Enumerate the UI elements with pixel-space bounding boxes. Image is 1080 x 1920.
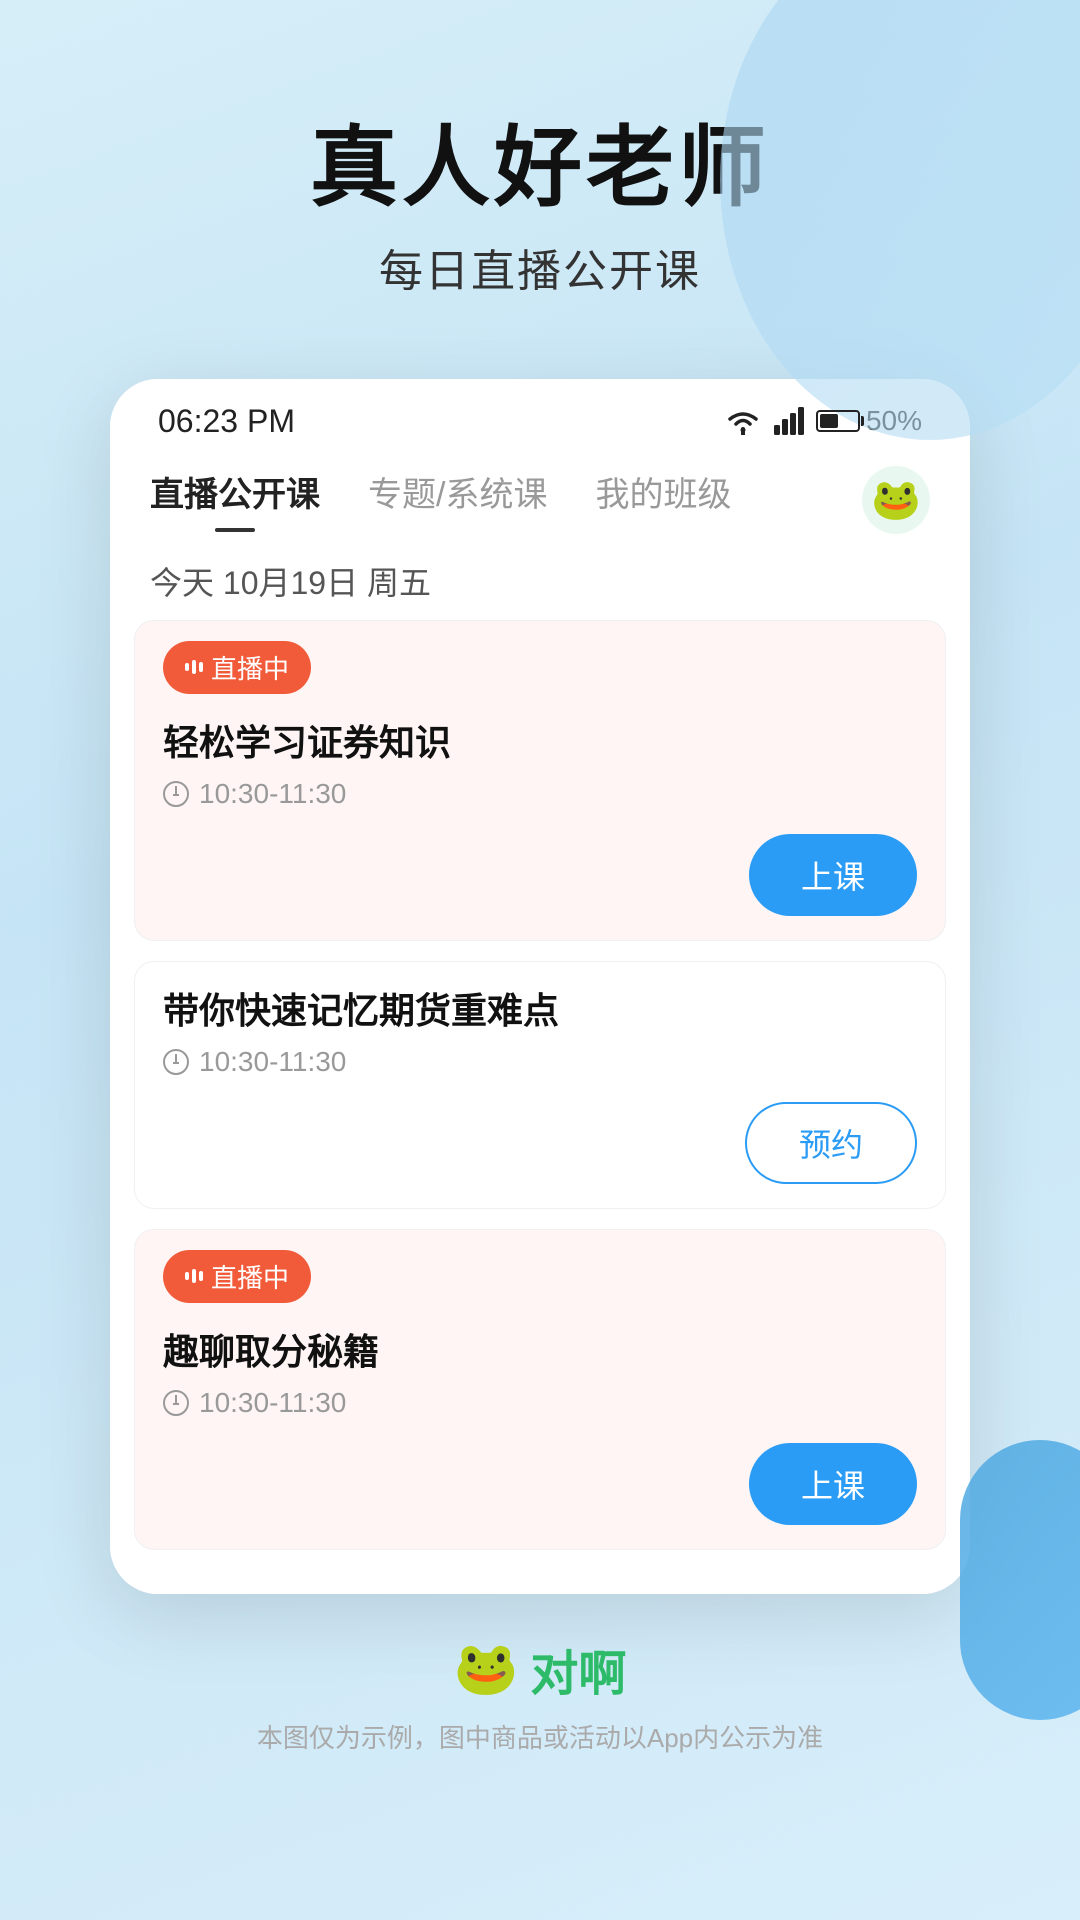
course-title-1: 轻松学习证券知识 [163,714,917,766]
tab-topic-courses[interactable]: 专题/系统课 [368,467,547,532]
course-title-3: 趣聊取分秘籍 [163,1323,917,1375]
date-text: 今天 10月19日 周五 [150,565,431,601]
live-badge-3: 直播中 [163,1250,311,1303]
hero-section: 真人好老师 每日直播公开课 [310,0,770,359]
course-card-3: 直播中 趣聊取分秘籍 10:30-11:30 上课 [134,1229,946,1550]
footer: 🐸 对啊 本图仅为示例，图中商品或活动以App内公示为准 [257,1594,823,1815]
course-time-3: 10:30-11:30 [163,1387,917,1419]
footer-disclaimer: 本图仅为示例，图中商品或活动以App内公示为准 [257,1718,823,1755]
live-badge-1: 直播中 [163,641,311,694]
user-avatar[interactable]: 🐸 [862,466,930,534]
wave-icon-1 [185,658,203,676]
reserve-button-2[interactable]: 预约 [745,1102,917,1184]
course-time-1: 10:30-11:30 [163,778,917,810]
live-badge-label-3: 直播中 [211,1258,289,1295]
hero-title: 真人好老师 [310,120,770,217]
clock-icon-1 [163,781,189,807]
signal-icon [774,407,804,435]
course-time-text-2: 10:30-11:30 [199,1046,346,1078]
footer-logo-frog-icon: 🐸 [454,1638,519,1699]
avatar-icon: 🐸 [871,476,921,523]
battery-fill [820,414,838,428]
nav-tabs: 直播公开课 专题/系统课 我的班级 🐸 [110,456,970,534]
clock-icon-3 [163,1390,189,1416]
course-time-2: 10:30-11:30 [163,1046,917,1078]
card-content-3: 趣聊取分秘籍 10:30-11:30 [135,1303,945,1443]
battery-icon [816,410,860,432]
live-badge-label-1: 直播中 [211,649,289,686]
phone-mockup: 06:23 PM [110,379,970,1594]
join-button-1[interactable]: 上课 [749,834,917,916]
card-action-3: 上课 [135,1443,945,1549]
bg-decoration-2 [960,1440,1080,1720]
footer-logo-text: 对啊 [530,1634,626,1704]
bg-decoration-1 [720,0,1080,440]
page-container: 真人好老师 每日直播公开课 06:23 PM [0,0,1080,1920]
card-action-1: 上课 [135,834,945,940]
course-list: 直播中 轻松学习证券知识 10:30-11:30 上课 带你快速记忆期货 [110,620,970,1594]
tab-live-courses[interactable]: 直播公开课 [150,467,320,532]
tab-my-class[interactable]: 我的班级 [595,467,731,532]
wifi-icon [724,407,762,435]
course-title-2: 带你快速记忆期货重难点 [163,982,917,1034]
course-time-text-3: 10:30-11:30 [199,1387,346,1419]
course-card-1: 直播中 轻松学习证券知识 10:30-11:30 上课 [134,620,946,941]
card-badge-area-3: 直播中 [135,1230,945,1303]
date-header: 今天 10月19日 周五 [110,534,970,620]
card-content-2: 带你快速记忆期货重难点 10:30-11:30 [135,962,945,1102]
hero-subtitle: 每日直播公开课 [310,235,770,299]
card-badge-area-1: 直播中 [135,621,945,694]
wave-icon-3 [185,1267,203,1285]
clock-icon-2 [163,1049,189,1075]
footer-logo: 🐸 对啊 [454,1634,627,1704]
course-card-2: 带你快速记忆期货重难点 10:30-11:30 预约 [134,961,946,1209]
card-action-2: 预约 [135,1102,945,1208]
join-button-3[interactable]: 上课 [749,1443,917,1525]
course-time-text-1: 10:30-11:30 [199,778,346,810]
status-time: 06:23 PM [158,403,295,440]
card-content-1: 轻松学习证券知识 10:30-11:30 [135,694,945,834]
